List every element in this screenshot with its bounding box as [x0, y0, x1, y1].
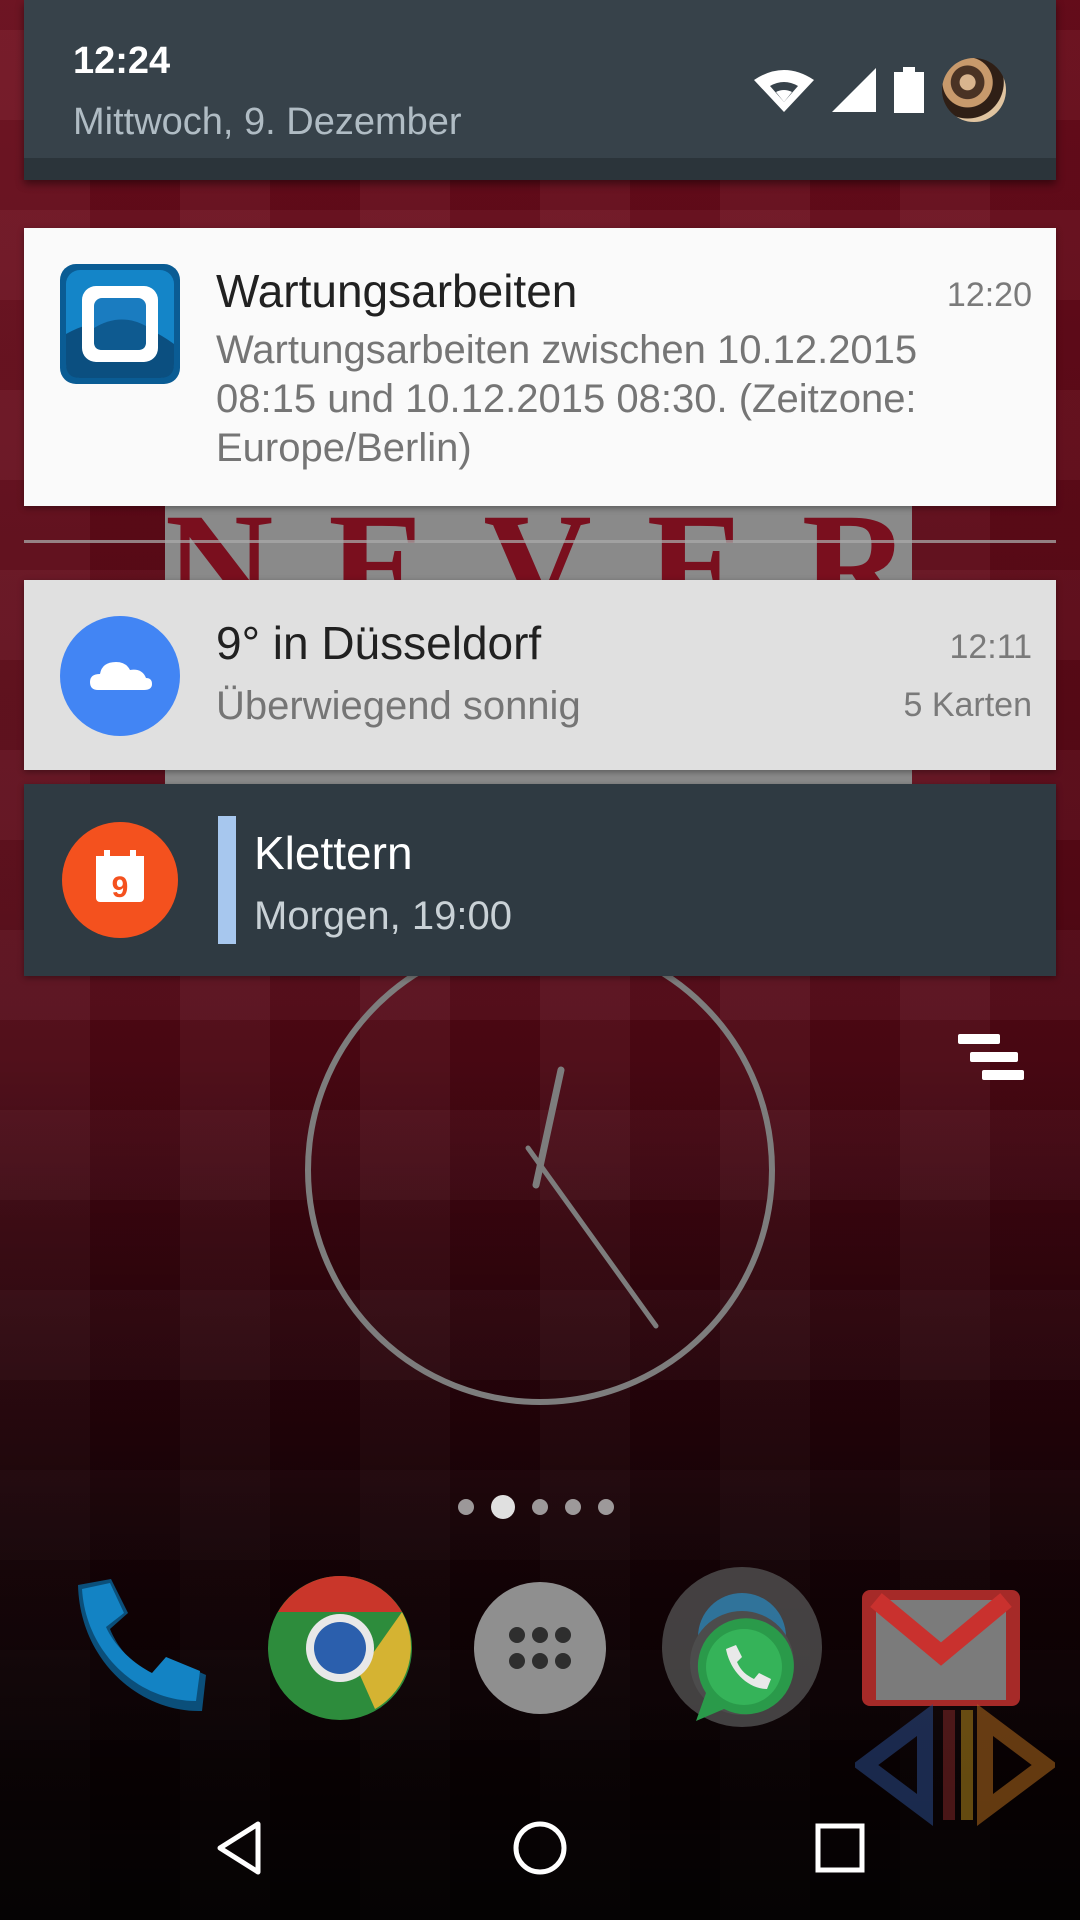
- back-icon: [217, 1821, 261, 1874]
- wifi-icon: [754, 70, 814, 112]
- header-date[interactable]: Mittwoch, 9. Dezember: [73, 101, 462, 144]
- event-color-bar: [218, 816, 236, 944]
- notification-text: Morgen, 19:00: [254, 894, 512, 938]
- calendar-icon: 9: [62, 822, 178, 938]
- clock-minute-hand: [525, 1145, 659, 1329]
- notification-time: 12:11: [949, 628, 1032, 666]
- header-clock: 12:24: [73, 40, 171, 82]
- header-drag-strip[interactable]: [24, 158, 1056, 180]
- home-icon: [513, 1821, 567, 1874]
- user-avatar[interactable]: [942, 58, 1006, 122]
- app-drawer-icon[interactable]: [465, 1573, 615, 1723]
- home-button[interactable]: [465, 1775, 615, 1920]
- notification-weather[interactable]: 9° in Düsseldorf 12:11 Überwiegend sonni…: [24, 580, 1056, 770]
- recents-button[interactable]: [765, 1775, 915, 1920]
- notification-text: Überwiegend sonnig: [216, 684, 581, 728]
- page-dot: [458, 1499, 474, 1515]
- navigation-bar: [0, 1775, 1080, 1920]
- widget-bar-icon: [982, 1070, 1024, 1080]
- notification-title: Wartungsarbeiten: [216, 265, 578, 317]
- page-dot: [565, 1499, 581, 1515]
- notification-card-count: 5 Karten: [903, 686, 1032, 724]
- maintenance-app-icon: [60, 264, 180, 384]
- notification-text: Wartungsarbeiten zwischen 10.12.2015 08:…: [216, 328, 918, 470]
- notification-time: 12:20: [946, 276, 1032, 314]
- whatsapp-app-icon[interactable]: [660, 1565, 825, 1730]
- calendar-day: 9: [112, 871, 129, 904]
- notification-title: 9° in Düsseldorf: [216, 617, 542, 669]
- page-indicator: [458, 1492, 628, 1522]
- notification-title: Klettern: [254, 827, 413, 879]
- cell-signal-icon: [832, 68, 876, 112]
- back-button[interactable]: [165, 1775, 315, 1920]
- widget-settings-icon[interactable]: [958, 1034, 1030, 1088]
- widget-bar-icon: [970, 1052, 1018, 1062]
- page-dot: [532, 1499, 548, 1515]
- notification-maintenance[interactable]: Wartungsarbeiten 12:20 Wartungsarbeiten …: [24, 228, 1056, 506]
- notification-calendar[interactable]: 9 Klettern Morgen, 19:00: [24, 784, 1056, 976]
- page-dot-active: [491, 1495, 515, 1519]
- notification-header[interactable]: 12:24 Mittwoch, 9. Dezember: [24, 0, 1056, 180]
- notification-divider: [24, 540, 1056, 543]
- weather-cloud-icon: [60, 616, 180, 736]
- widget-bar-icon: [958, 1034, 1000, 1044]
- battery-icon: [894, 67, 924, 113]
- page-dot: [598, 1499, 614, 1515]
- chrome-app-icon[interactable]: [265, 1573, 415, 1723]
- analog-clock-widget[interactable]: [300, 930, 780, 1410]
- recents-icon: [815, 1823, 865, 1872]
- status-icons: [754, 55, 1006, 125]
- phone-app-icon[interactable]: [66, 1573, 216, 1723]
